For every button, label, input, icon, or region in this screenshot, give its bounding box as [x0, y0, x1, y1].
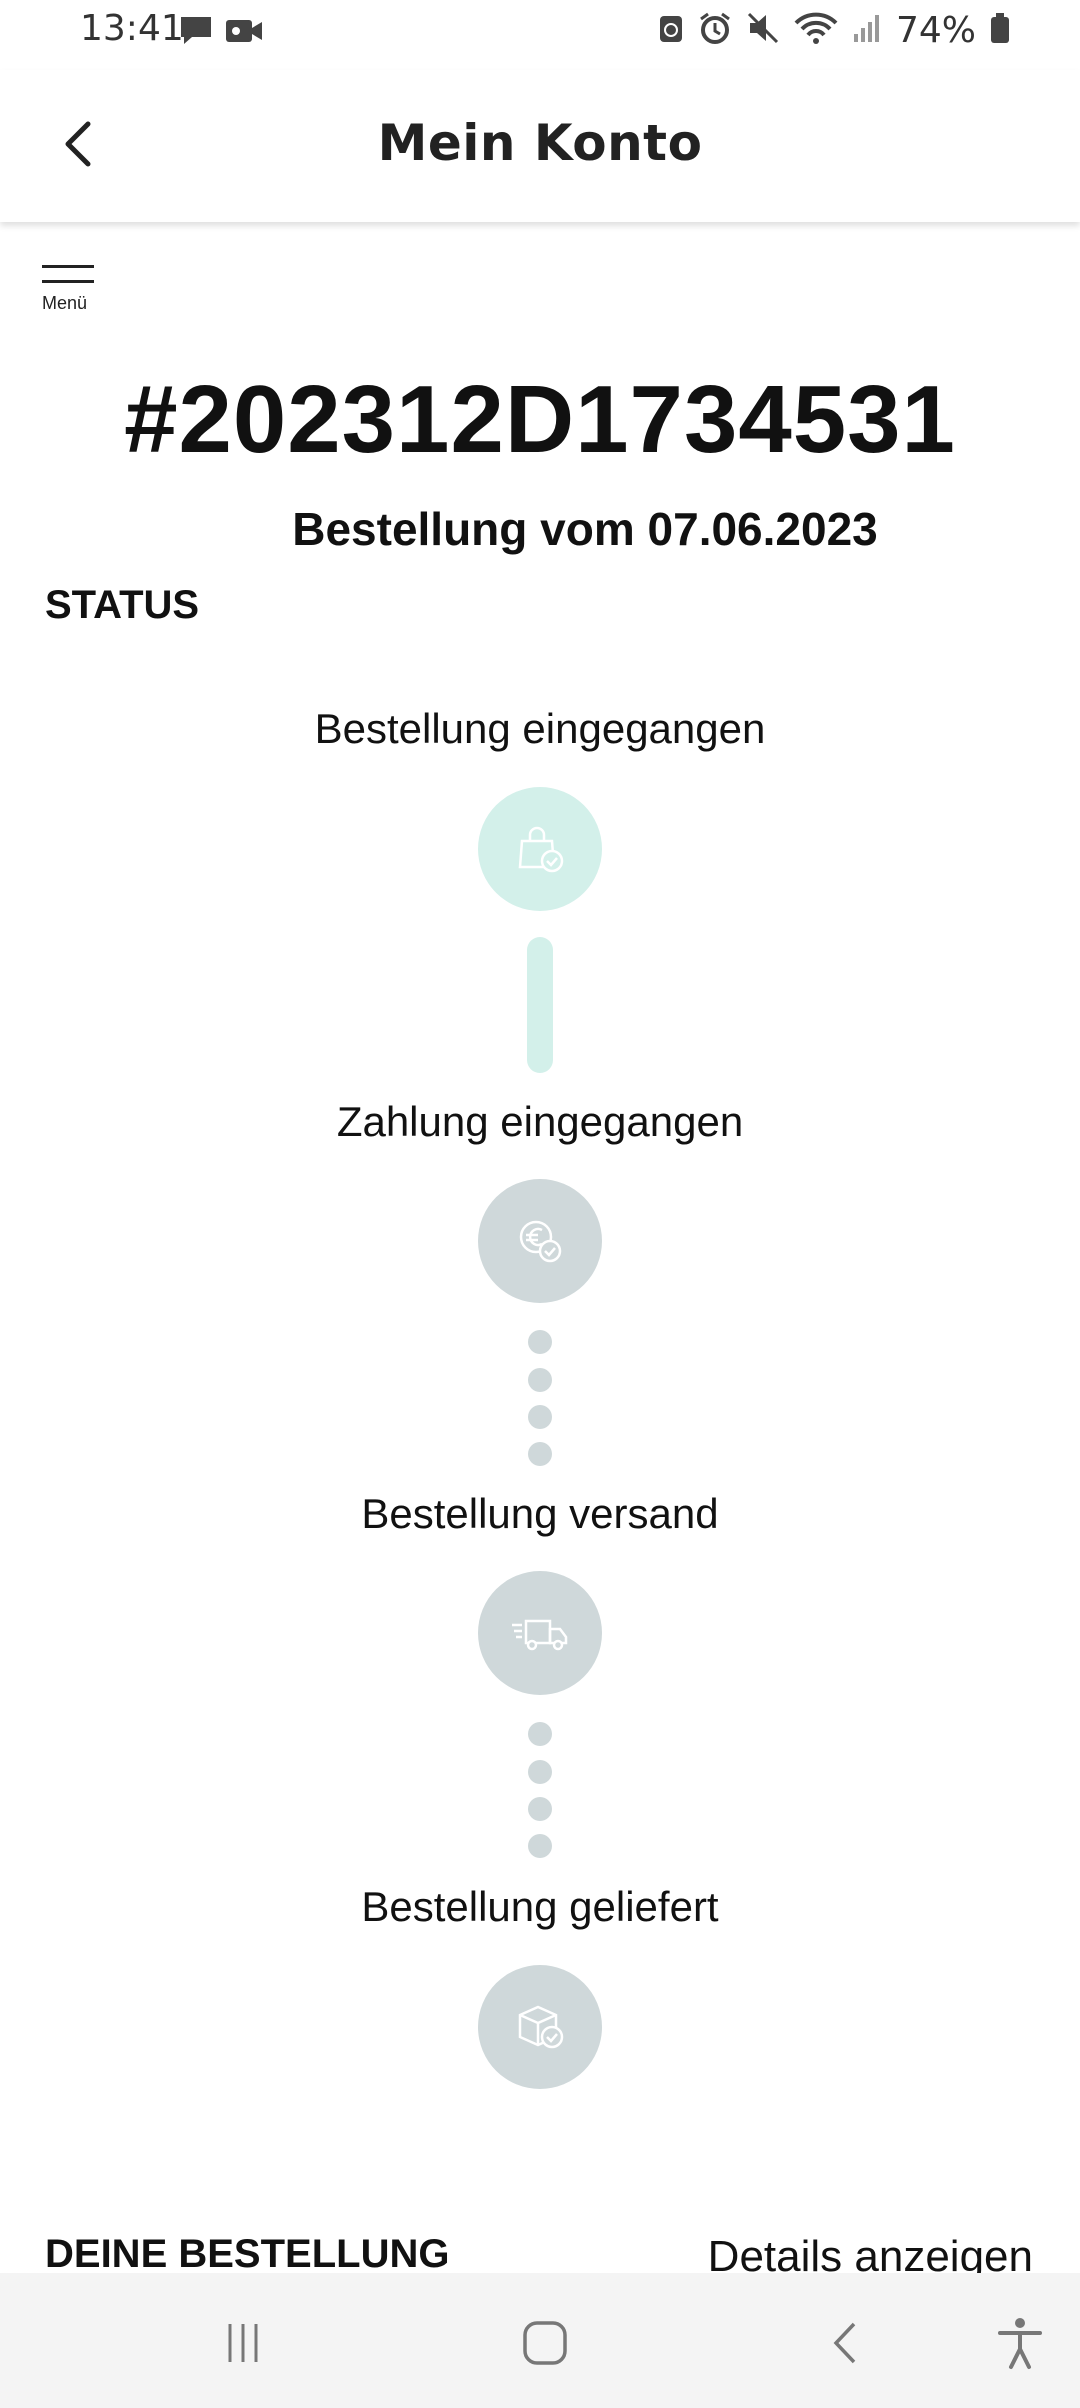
- hamburger-icon: [42, 265, 102, 283]
- step-connector-dot: [528, 1442, 552, 1466]
- step-label-order-received: Bestellung eingegangen: [314, 705, 766, 752]
- accessibility-icon: [998, 2318, 1042, 2369]
- status-bar: 13:41 74%: [0, 0, 1080, 70]
- alarm-icon: [698, 11, 732, 50]
- step-connector-dot: [528, 1368, 552, 1392]
- recent-apps-button[interactable]: [208, 2313, 278, 2373]
- step-label-order-delivered: Bestellung geliefert: [361, 1883, 719, 1930]
- home-icon: [523, 2321, 567, 2365]
- home-button[interactable]: [510, 2313, 580, 2373]
- recent-apps-icon: [228, 2324, 258, 2362]
- back-icon: [833, 2322, 856, 2364]
- accessibility-button[interactable]: [985, 2313, 1055, 2373]
- step-connector-dot: [528, 1722, 552, 1746]
- message-icon: [178, 14, 214, 53]
- battery-percent: 74%: [895, 10, 976, 51]
- step-payment-received: [478, 1179, 602, 1303]
- shopping-bag-check-icon: [518, 826, 564, 873]
- menu-button[interactable]: Menü: [42, 265, 102, 314]
- step-connector-complete: [527, 937, 553, 1073]
- app-header: Mein Konto: [0, 70, 1080, 222]
- signal-icon: [852, 12, 882, 49]
- step-connector-dot: [528, 1760, 552, 1784]
- sync-icon: [658, 12, 684, 49]
- step-order-received: [478, 787, 602, 911]
- battery-icon: [990, 12, 1010, 49]
- step-order-delivered: [478, 1965, 602, 2089]
- euro-check-icon: [519, 1220, 562, 1263]
- mute-icon: [746, 11, 780, 50]
- step-label-payment-received: Zahlung eingegangen: [336, 1098, 744, 1145]
- delivery-truck-icon: [512, 1619, 568, 1651]
- step-connector-dot: [528, 1834, 552, 1858]
- package-check-icon: [518, 2005, 564, 2049]
- step-connector-dot: [528, 1797, 552, 1821]
- page-title: Mein Konto: [377, 114, 703, 172]
- step-label-order-shipped: Bestellung versand: [361, 1490, 719, 1537]
- step-connector-dot: [528, 1330, 552, 1354]
- nav-back-button[interactable]: [812, 2313, 882, 2373]
- system-nav-bar: [0, 2273, 1080, 2408]
- step-connector-dot: [528, 1405, 552, 1429]
- status-heading: STATUS: [45, 583, 200, 627]
- status-time: 13:41: [80, 8, 184, 49]
- menu-label: Menü: [42, 293, 88, 313]
- step-order-shipped: [478, 1571, 602, 1695]
- order-date: Bestellung vom 07.06.2023: [292, 503, 878, 555]
- video-icon: [224, 14, 264, 53]
- wifi-icon: [794, 11, 838, 50]
- order-number: #202312D1734531: [124, 366, 956, 473]
- your-order-heading: DEINE BESTELLUNG: [45, 2232, 450, 2276]
